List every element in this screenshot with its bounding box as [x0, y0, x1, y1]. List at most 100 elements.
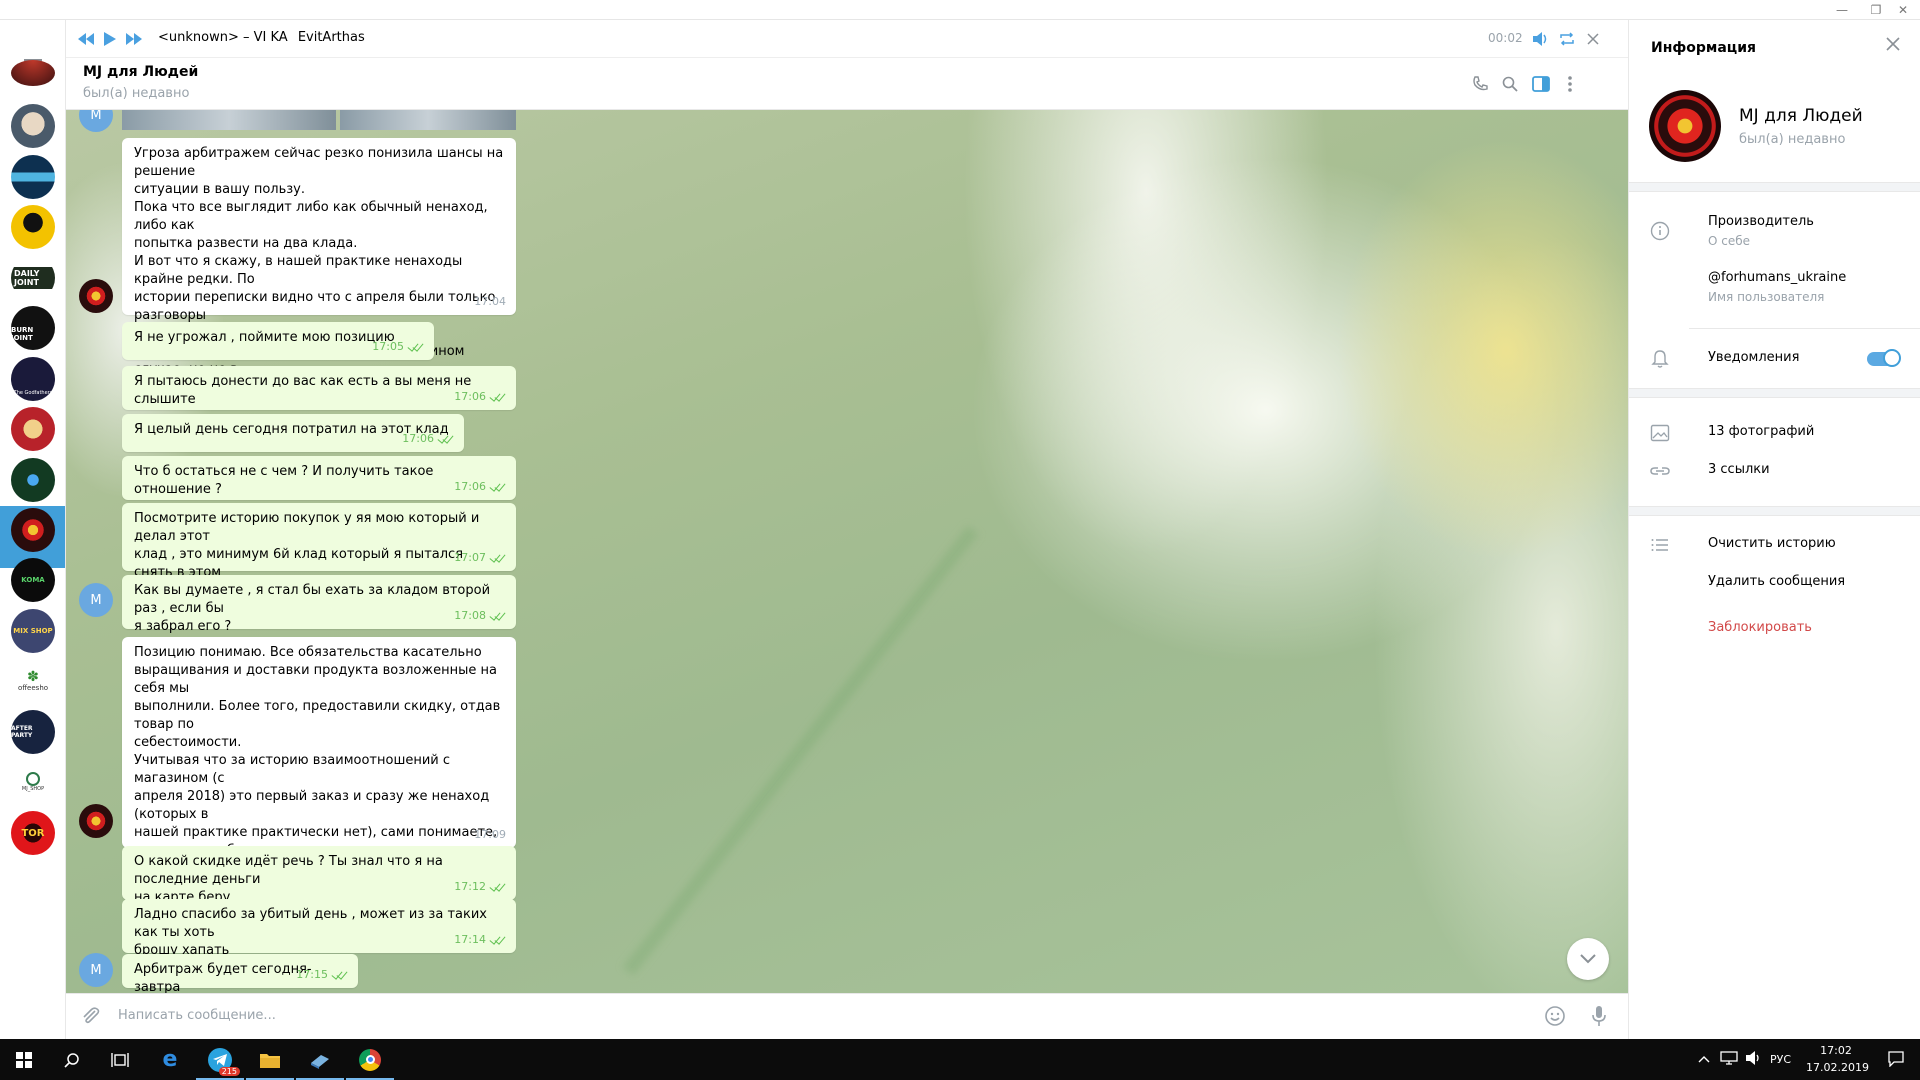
attach-icon[interactable]	[80, 1005, 104, 1029]
repeat-icon[interactable]	[1556, 29, 1578, 49]
photo-preview[interactable]	[122, 110, 336, 130]
sender-avatar[interactable]: M	[79, 953, 113, 987]
phone-icon[interactable]	[1468, 72, 1492, 96]
input-language[interactable]: РУС	[1770, 1053, 1791, 1066]
message-text: Что б остаться не с чем ? И получить так…	[134, 464, 434, 497]
message-meta: 17:08	[454, 607, 506, 625]
chat-avatar[interactable]: MIX SHOP	[11, 609, 55, 653]
block-user-button[interactable]: Заблокировать	[1708, 620, 1812, 635]
scroll-to-bottom-button[interactable]	[1567, 938, 1609, 980]
message-outgoing[interactable]: Что б остаться не с чем ? И получить так…	[122, 456, 516, 500]
link-icon	[1649, 460, 1671, 482]
volume-icon[interactable]	[1746, 1051, 1762, 1069]
profile-avatar[interactable]	[1649, 90, 1721, 162]
sender-avatar[interactable]: M	[79, 583, 113, 617]
chat-avatar[interactable]: ✽ offeesho	[11, 659, 55, 703]
show-hidden-icons-icon[interactable]	[1698, 1052, 1710, 1067]
message-input[interactable]: Написать сообщение...	[118, 1008, 276, 1023]
message-outgoing[interactable]: Я не угрожал , поймите мою позицию 17:05	[122, 322, 434, 360]
chat-peer-name[interactable]: MJ для Людей	[83, 64, 198, 80]
remote-desktop-icon[interactable]	[296, 1039, 344, 1080]
more-options-icon[interactable]	[1558, 72, 1582, 96]
chat-header: <unknown> – VI KA EvitArthas 00:02 MJ дл…	[66, 20, 1628, 110]
chat-avatar[interactable]: TOR	[11, 811, 55, 855]
edge-browser-icon[interactable]: e	[146, 1039, 194, 1080]
chat-avatar[interactable]: BURN JOINT	[11, 306, 55, 350]
chat-avatar-label: offeesho	[17, 684, 49, 692]
read-check-icon	[490, 553, 506, 563]
message-outgoing[interactable]: Как вы думаете , я стал бы ехать за клад…	[122, 575, 516, 634]
chat-avatar[interactable]	[11, 155, 55, 199]
username-label: Имя пользователя	[1708, 290, 1825, 304]
message-outgoing[interactable]: Я пытаюсь донести до вас как есть а вы м…	[122, 366, 516, 410]
chat-messages-area[interactable]: M Угроза арбитражем сейчас резко понизил…	[66, 110, 1628, 993]
sender-avatar[interactable]: M	[79, 110, 113, 132]
message-time: 17:08	[454, 609, 486, 622]
chat-avatar-active[interactable]	[11, 508, 55, 552]
telegram-taskbar-icon[interactable]: 215	[196, 1039, 244, 1080]
volume-icon[interactable]	[1530, 29, 1552, 49]
chat-avatar[interactable]	[11, 205, 55, 249]
clock-date[interactable]: 17.02.2019	[1806, 1061, 1869, 1074]
leaf-icon: ✽	[27, 669, 39, 685]
delete-messages-button[interactable]: Удалить сообщения	[1708, 574, 1845, 589]
sender-avatar[interactable]	[79, 279, 113, 313]
close-panel-icon[interactable]	[1885, 36, 1909, 60]
username-text[interactable]: @forhumans_ukraine	[1708, 270, 1846, 285]
read-check-icon	[490, 611, 506, 621]
emoji-icon[interactable]	[1544, 1005, 1568, 1029]
message-outgoing[interactable]: Я целый день сегодня потратил на этот кл…	[122, 414, 464, 452]
close-window-button[interactable]: ✕	[1886, 0, 1920, 20]
divider	[1689, 328, 1920, 329]
search-icon[interactable]	[48, 1039, 96, 1080]
windows-start-icon[interactable]	[0, 1039, 48, 1080]
close-player-icon[interactable]	[1582, 29, 1604, 49]
about-text[interactable]: Производитель	[1708, 214, 1814, 229]
play-icon[interactable]	[100, 29, 120, 49]
message-incoming[interactable]: Угроза арбитражем сейчас резко понизила …	[122, 138, 516, 395]
track-artist: EvitArthas	[297, 30, 365, 45]
notifications-toggle[interactable]	[1867, 349, 1901, 367]
chat-avatar[interactable]: DAILY JOINT	[11, 256, 55, 300]
bell-icon	[1649, 348, 1671, 370]
message-text: Я пытаюсь донести до вас как есть а вы м…	[134, 374, 472, 407]
message-outgoing[interactable]: Арбитраж будет сегодня-завтра 17:15	[122, 954, 358, 993]
sidebar-toggle-icon[interactable]	[1529, 72, 1553, 96]
info-icon	[1649, 220, 1671, 242]
chat-avatar[interactable]	[11, 407, 55, 451]
chat-avatar[interactable]: The Godfathers	[11, 357, 55, 401]
chat-avatar[interactable]: MJ_SHOP	[11, 760, 55, 804]
message-time: 17:05	[372, 340, 404, 353]
message-incoming[interactable]: Позицию понимаю. Все обязательства касат…	[122, 637, 516, 930]
minimize-button[interactable]: —	[1825, 0, 1859, 20]
network-icon[interactable]	[1720, 1051, 1738, 1069]
chat-avatar[interactable]	[11, 60, 55, 86]
message-outgoing[interactable]: Посмотрите историю покупок у яя мою кото…	[122, 503, 516, 598]
task-view-icon[interactable]	[96, 1039, 144, 1080]
chat-avatar[interactable]: AFTER PARTY	[11, 710, 55, 754]
next-track-icon[interactable]	[124, 29, 144, 49]
track-info[interactable]: <unknown> – VI KA EvitArthas	[158, 30, 365, 45]
previous-track-icon[interactable]	[76, 29, 96, 49]
chat-peer-status: был(а) недавно	[83, 86, 190, 101]
list-icon	[1649, 534, 1671, 556]
shared-photos-link[interactable]: 13 фотографий	[1708, 424, 1814, 439]
clear-history-button[interactable]: Очистить историю	[1708, 536, 1836, 551]
chat-avatar[interactable]	[11, 458, 55, 502]
message-meta: 17:06	[454, 388, 506, 406]
message-outgoing[interactable]: Ладно спасибо за убитый день , может из …	[122, 899, 516, 958]
search-icon[interactable]	[1498, 72, 1522, 96]
photo-preview[interactable]	[340, 110, 516, 130]
clock-time[interactable]: 17:02	[1806, 1044, 1866, 1057]
microphone-icon[interactable]	[1590, 1005, 1614, 1029]
file-explorer-icon[interactable]	[246, 1039, 294, 1080]
chevron-down-icon	[1580, 954, 1596, 964]
chat-avatar-label: TOR	[21, 827, 45, 839]
chat-avatar[interactable]	[11, 104, 55, 148]
message-outgoing[interactable]: О какой скидке идёт речь ? Ты знал что я…	[122, 846, 516, 905]
chrome-browser-icon[interactable]	[346, 1039, 394, 1080]
chat-avatar[interactable]: KOMA	[11, 558, 55, 602]
notifications-icon[interactable]	[1888, 1051, 1904, 1071]
shared-links-link[interactable]: 3 ссылки	[1708, 462, 1770, 477]
sender-avatar[interactable]	[79, 804, 113, 838]
